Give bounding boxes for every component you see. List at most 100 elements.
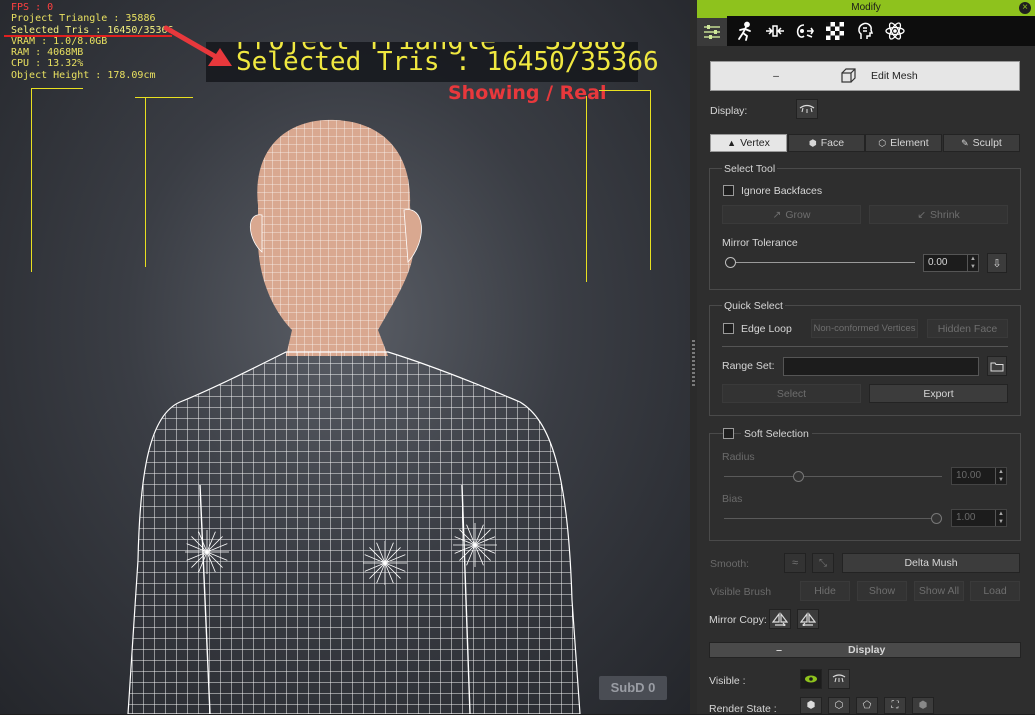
render-shaded-cube-icon[interactable]: ⬡ — [828, 697, 850, 714]
mesh-pole-1 — [363, 541, 407, 585]
tab-vertex-label: Vertex — [740, 137, 770, 149]
tab-transform-icon[interactable] — [760, 16, 790, 46]
edge-loop-checkbox[interactable] — [723, 323, 734, 334]
range-set-field[interactable] — [783, 357, 979, 376]
shrink-label: Shrink — [930, 208, 960, 221]
soft-selection-checkbox[interactable] — [723, 428, 734, 439]
3d-viewport[interactable]: FPS : 0 Project Triangle : 35886 Selecte… — [0, 0, 690, 714]
mirror-copy-left-to-right-icon[interactable] — [769, 609, 791, 629]
grow-label: Grow — [785, 208, 811, 221]
render-solid-cube-icon[interactable]: ⬢ — [800, 697, 822, 714]
show-button[interactable]: Show — [857, 581, 907, 601]
soft-selection-title: Soft Selection — [741, 428, 812, 440]
subd-level-badge[interactable]: SubD 0 — [599, 676, 667, 700]
spin-arrows-icon[interactable]: ▲ ▼ — [967, 255, 978, 271]
ignore-backfaces-label: Ignore Backfaces — [741, 185, 823, 197]
tab-element-label: Element — [890, 137, 929, 149]
vertex-icon: ▲ — [727, 138, 737, 148]
select-button[interactable]: Select — [722, 384, 861, 403]
edit-mesh-label: Edit Mesh — [871, 70, 918, 82]
mirror-copy-right-to-left-icon[interactable] — [797, 609, 819, 629]
grow-icon: ↗ — [772, 208, 782, 221]
arrow-down-icon: ⇩ — [992, 257, 1002, 270]
hud-fps: FPS : 0 — [11, 2, 54, 13]
ignore-backfaces-checkbox[interactable] — [723, 185, 734, 196]
showing-real-annotation: Showing / Real — [448, 82, 607, 104]
collapse-icon[interactable]: – — [714, 644, 844, 656]
modify-panel: Modify × – Edit Mesh Display: ▲ Vertex ⬢… — [697, 0, 1035, 715]
select-tool-title: Select Tool — [722, 163, 778, 175]
delta-mush-button[interactable]: Delta Mush — [842, 553, 1020, 573]
divider-grip-icon[interactable] — [692, 340, 695, 386]
bias-track[interactable] — [724, 518, 942, 519]
torso-wireframe — [128, 352, 580, 714]
tab-head-icon[interactable] — [850, 16, 880, 46]
face-icon: ⬢ — [808, 137, 817, 148]
bias-value: 1.00 — [956, 512, 976, 523]
radius-track[interactable] — [724, 476, 942, 477]
smooth-relax-icon[interactable]: ⤡ — [812, 553, 834, 573]
tab-morph-icon[interactable] — [790, 16, 820, 46]
edit-mesh-header[interactable]: – Edit Mesh — [710, 61, 1020, 91]
hide-button[interactable]: Hide — [800, 581, 850, 601]
mirror-tolerance-track[interactable] — [730, 262, 915, 263]
spin-arrows-icon[interactable]: ▲ ▼ — [995, 468, 1006, 484]
spin-arrows-icon[interactable]: ▲ ▼ — [995, 510, 1006, 526]
tab-checker-icon[interactable] — [820, 16, 850, 46]
eye-open-icon[interactable] — [800, 669, 822, 689]
visible-brush-label: Visible Brush — [710, 586, 772, 598]
eye-closed-icon[interactable] — [796, 99, 818, 119]
bias-spinbox[interactable]: 1.00 ▲ ▼ — [951, 509, 1007, 527]
mirror-tolerance-spinbox[interactable]: 0.00 ▲ ▼ — [923, 254, 979, 272]
stats-hud: FPS : 0 Project Triangle : 35886 Selecte… — [11, 2, 174, 81]
down-arrow-button[interactable]: ⇩ — [987, 253, 1007, 273]
non-conformed-vertices-button[interactable]: Non-conformed Vertices — [811, 319, 918, 338]
close-icon[interactable]: × — [1019, 2, 1031, 14]
shrink-button[interactable]: ↙ Shrink — [869, 205, 1008, 224]
bound-line-right-top — [599, 90, 651, 91]
bound-line-mid — [145, 97, 146, 267]
edit-mesh-icon — [841, 68, 856, 83]
radius-spinbox[interactable]: 10.00 ▲ ▼ — [951, 467, 1007, 485]
folder-icon[interactable] — [987, 356, 1007, 376]
load-button[interactable]: Load — [970, 581, 1020, 601]
display-label: Display: — [710, 105, 748, 117]
hidden-face-button[interactable]: Hidden Face — [927, 319, 1008, 338]
render-frame-icon[interactable]: ⛶ — [884, 697, 906, 714]
eye-closed-icon[interactable] — [828, 669, 850, 689]
display-section-header[interactable]: – Display — [709, 642, 1021, 658]
tab-sculpt[interactable]: ✎ Sculpt — [943, 134, 1020, 152]
export-button[interactable]: Export — [869, 384, 1008, 403]
brush-icon: ✎ — [961, 137, 969, 148]
collapse-icon[interactable]: – — [717, 70, 835, 82]
hud-ram: RAM : 4068MB — [11, 47, 84, 59]
radius-slider-handle[interactable] — [793, 471, 804, 482]
quick-select-separator — [722, 346, 1008, 347]
mirror-tolerance-value: 0.00 — [928, 257, 948, 268]
range-set-label: Range Set: — [722, 360, 775, 372]
head-wireframe — [257, 119, 414, 356]
visible-label: Visible : — [709, 675, 746, 687]
ear-left — [249, 214, 263, 253]
render-xray-icon[interactable]: ⬢ — [912, 697, 934, 714]
panel-title: Modify — [851, 2, 881, 13]
mesh-pole-2 — [453, 523, 497, 567]
tab-face[interactable]: ⬢ Face — [788, 134, 865, 152]
tab-vertex[interactable]: ▲ Vertex — [710, 134, 787, 152]
tab-atom-icon[interactable] — [880, 16, 910, 46]
hud-vram: VRAM : 1.0/8.0GB — [11, 35, 108, 47]
render-state-label: Render State : — [709, 703, 777, 715]
red-arrow-icon — [163, 25, 232, 66]
show-all-button[interactable]: Show All — [914, 581, 964, 601]
smooth-wave-icon[interactable]: ≈ — [784, 553, 806, 573]
tab-sliders-icon[interactable] — [697, 16, 727, 46]
hud-project-triangle: Project Triangle : 35886 — [11, 13, 156, 25]
bound-line-mid-top — [135, 97, 193, 98]
tab-element[interactable]: ⬡ Element — [865, 134, 942, 152]
grow-button[interactable]: ↗ Grow — [722, 205, 861, 224]
mirror-tolerance-slider-handle[interactable] — [725, 257, 736, 268]
render-wire-cube-icon[interactable]: ⬠ — [856, 697, 878, 714]
tab-motion-icon[interactable] — [730, 16, 760, 46]
bias-slider-handle[interactable] — [931, 513, 942, 524]
element-icon: ⬡ — [878, 137, 887, 148]
